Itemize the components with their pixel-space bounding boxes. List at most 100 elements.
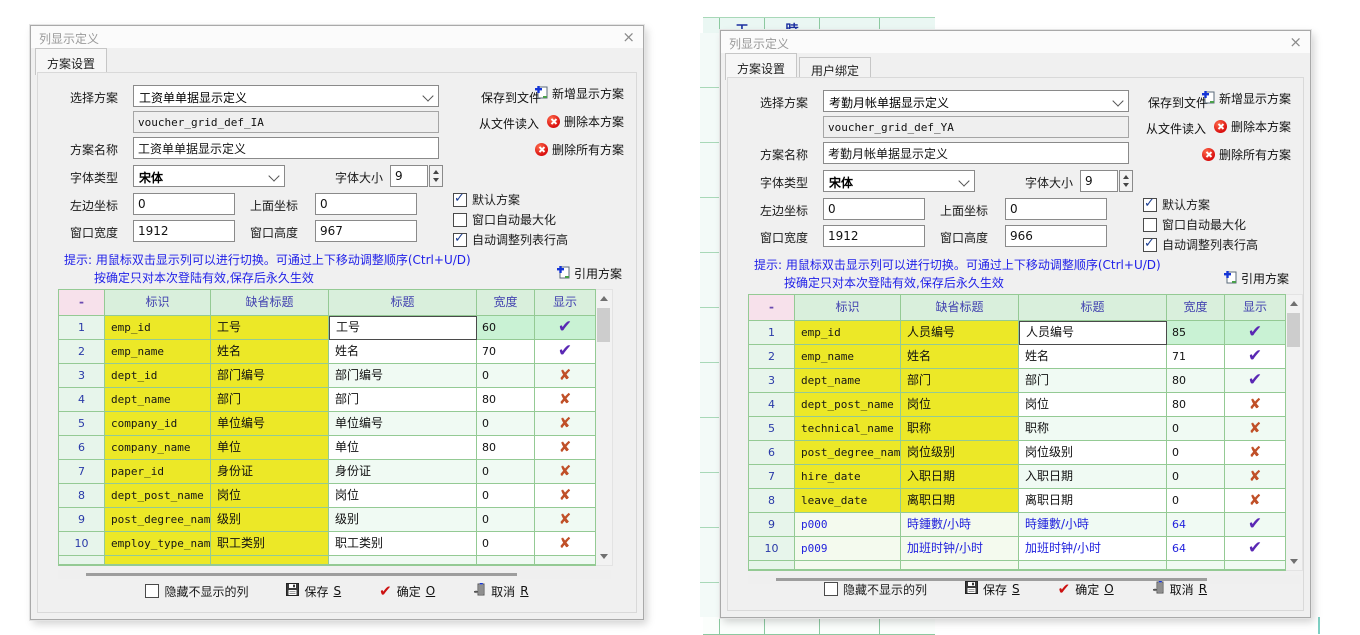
window-width-field[interactable]	[823, 225, 925, 247]
cell-default-title[interactable]: 职称	[901, 417, 1019, 441]
table-row[interactable]: 5company_id单位编号单位编号0✘	[59, 412, 595, 436]
select-scheme-combobox[interactable]: 工资单单据显示定义	[133, 85, 439, 107]
table-row[interactable]: 10employ_type_name职工类别职工类别0✘	[59, 532, 595, 556]
cell-title[interactable]: 工号	[329, 316, 477, 340]
ok-button[interactable]: ✔ 确定 O	[1058, 581, 1114, 598]
tab-scheme-settings[interactable]: 方案设置	[35, 48, 107, 75]
cell-default-title[interactable]: 部门	[211, 388, 329, 412]
cell-default-title[interactable]: 入职日期	[901, 465, 1019, 489]
cell-row-number[interactable]: 3	[749, 369, 795, 393]
cell-field-id[interactable]: emp_id	[105, 316, 211, 340]
cell-show-toggle[interactable]: ✘	[1225, 417, 1285, 441]
cell-width[interactable]: 0	[1167, 441, 1225, 465]
cell-width[interactable]: 0	[477, 460, 535, 484]
titlebar[interactable]: 列显示定义 ×	[721, 31, 1310, 53]
auto-maximize-checkbox[interactable]: 窗口自动最大化	[453, 211, 556, 228]
cell-default-title[interactable]	[901, 561, 1019, 570]
cell-width[interactable]: 0	[1167, 465, 1225, 489]
cell-field-id[interactable]: dept_name	[105, 388, 211, 412]
cell-default-title[interactable]: 职工类别	[211, 532, 329, 556]
table-row[interactable]: 7hire_date入职日期入职日期0✘	[749, 465, 1285, 489]
cell-show-toggle[interactable]: ✘	[535, 388, 595, 412]
read-from-file-button[interactable]: 从文件读入	[479, 115, 539, 132]
table-row[interactable]: 6post_degree_name岗位级别岗位级别0✘	[749, 441, 1285, 465]
hide-hidden-columns-checkbox[interactable]: 隐藏不显示的列	[824, 581, 927, 598]
cell-show-toggle[interactable]: ✔	[1225, 321, 1285, 345]
cell-title[interactable]: 入职日期	[1019, 465, 1167, 489]
cell-field-id[interactable]: leave_date	[795, 489, 901, 513]
delete-all-schemes-button[interactable]: 删除所有方案	[1202, 146, 1291, 163]
cell-default-title[interactable]: 岗位级别	[901, 441, 1019, 465]
table-row[interactable]: 4dept_post_name岗位岗位80✘	[749, 393, 1285, 417]
font-size-stepper[interactable]	[1119, 170, 1133, 192]
table-row[interactable]: 5technical_name职称职称0✘	[749, 417, 1285, 441]
cell-row-number[interactable]: 7	[59, 460, 105, 484]
font-type-combobox[interactable]: 宋体	[133, 165, 285, 187]
cell-row-number[interactable]	[749, 561, 795, 570]
scroll-up-icon[interactable]	[1290, 301, 1298, 306]
cell-row-number[interactable]: 6	[749, 441, 795, 465]
cell-row-number[interactable]: 6	[59, 436, 105, 460]
font-type-combobox[interactable]: 宋体	[823, 170, 975, 192]
auto-row-height-checkbox[interactable]: 自动调整列表行高	[1143, 236, 1258, 253]
left-coord-field[interactable]	[823, 198, 925, 220]
save-to-file-button[interactable]: 保存到文件	[1148, 94, 1208, 111]
titlebar[interactable]: 列显示定义 ×	[31, 26, 643, 48]
vertical-scrollbar[interactable]	[1286, 294, 1303, 571]
hide-hidden-columns-checkbox[interactable]: 隐藏不显示的列	[145, 583, 248, 600]
table-row[interactable]: 3dept_name部门部门80✔	[749, 369, 1285, 393]
cell-row-number[interactable]: 9	[749, 513, 795, 537]
font-size-stepper[interactable]	[429, 165, 443, 187]
cell-default-title[interactable]: 身份证	[211, 460, 329, 484]
cell-show-toggle[interactable]: ✘	[535, 532, 595, 556]
cell-row-number[interactable]: 3	[59, 364, 105, 388]
scheme-code-field[interactable]	[823, 116, 1129, 138]
close-icon[interactable]: ×	[1289, 33, 1302, 51]
cell-title[interactable]: 职称	[1019, 417, 1167, 441]
cell-width[interactable]: 0	[477, 484, 535, 508]
window-width-field[interactable]	[133, 220, 235, 242]
cell-default-title[interactable]: 姓名	[901, 345, 1019, 369]
cell-title[interactable]: 人员编号	[1019, 321, 1167, 345]
scroll-down-icon[interactable]	[1290, 559, 1298, 564]
cell-default-title[interactable]: 人员编号	[901, 321, 1019, 345]
cell-title[interactable]: 身份证	[329, 460, 477, 484]
cancel-button[interactable]: 取消 R	[473, 583, 528, 600]
delete-scheme-button[interactable]: 删除本方案	[547, 113, 624, 130]
cell-title[interactable]: 职工类别	[329, 532, 477, 556]
top-coord-field[interactable]	[315, 193, 417, 215]
cell-title[interactable]: 加班时钟/小时	[1019, 537, 1167, 561]
cell-row-number[interactable]: 4	[59, 388, 105, 412]
default-scheme-checkbox[interactable]: 默认方案	[453, 191, 520, 208]
table-row[interactable]: 8dept_post_name岗位岗位0✘	[59, 484, 595, 508]
select-scheme-combobox[interactable]: 考勤月帐单据显示定义	[823, 90, 1129, 112]
cell-width[interactable]: 80	[477, 388, 535, 412]
cell-row-number[interactable]: 10	[59, 532, 105, 556]
cell-show-toggle[interactable]: ✘	[535, 508, 595, 532]
save-button[interactable]: 保存 S	[965, 581, 1020, 598]
cell-field-id[interactable]: p009	[795, 537, 901, 561]
cell-field-id[interactable]: company_id	[105, 412, 211, 436]
cell-default-title[interactable]: 姓名	[211, 340, 329, 364]
table-row[interactable]: 2emp_name姓名姓名70✔	[59, 340, 595, 364]
save-button[interactable]: 保存 S	[286, 583, 341, 600]
auto-maximize-checkbox[interactable]: 窗口自动最大化	[1143, 216, 1246, 233]
cell-show-toggle[interactable]: ✘	[1225, 465, 1285, 489]
cell-show-toggle[interactable]: ✘	[1225, 441, 1285, 465]
cell-default-title[interactable]: 時鍾數/小時	[901, 513, 1019, 537]
scheme-name-field[interactable]	[823, 142, 1129, 164]
window-height-field[interactable]	[1005, 225, 1107, 247]
cell-field-id[interactable]: post_degree_name	[795, 441, 901, 465]
cell-title[interactable]: 单位	[329, 436, 477, 460]
cell-show-toggle[interactable]: ✘	[1225, 489, 1285, 513]
cell-width[interactable]: 0	[1167, 417, 1225, 441]
cell-width[interactable]: 71	[1167, 345, 1225, 369]
font-size-field[interactable]	[390, 165, 428, 187]
cell-show-toggle[interactable]: ✘	[1225, 393, 1285, 417]
cell-width[interactable]: 0	[1167, 489, 1225, 513]
cell-width[interactable]: 0	[477, 532, 535, 556]
cell-show-toggle[interactable]: ✔	[535, 316, 595, 340]
cell-field-id[interactable]: emp_id	[795, 321, 901, 345]
cell-show-toggle[interactable]: ✘	[535, 364, 595, 388]
cell-show-toggle[interactable]: ✔	[535, 340, 595, 364]
